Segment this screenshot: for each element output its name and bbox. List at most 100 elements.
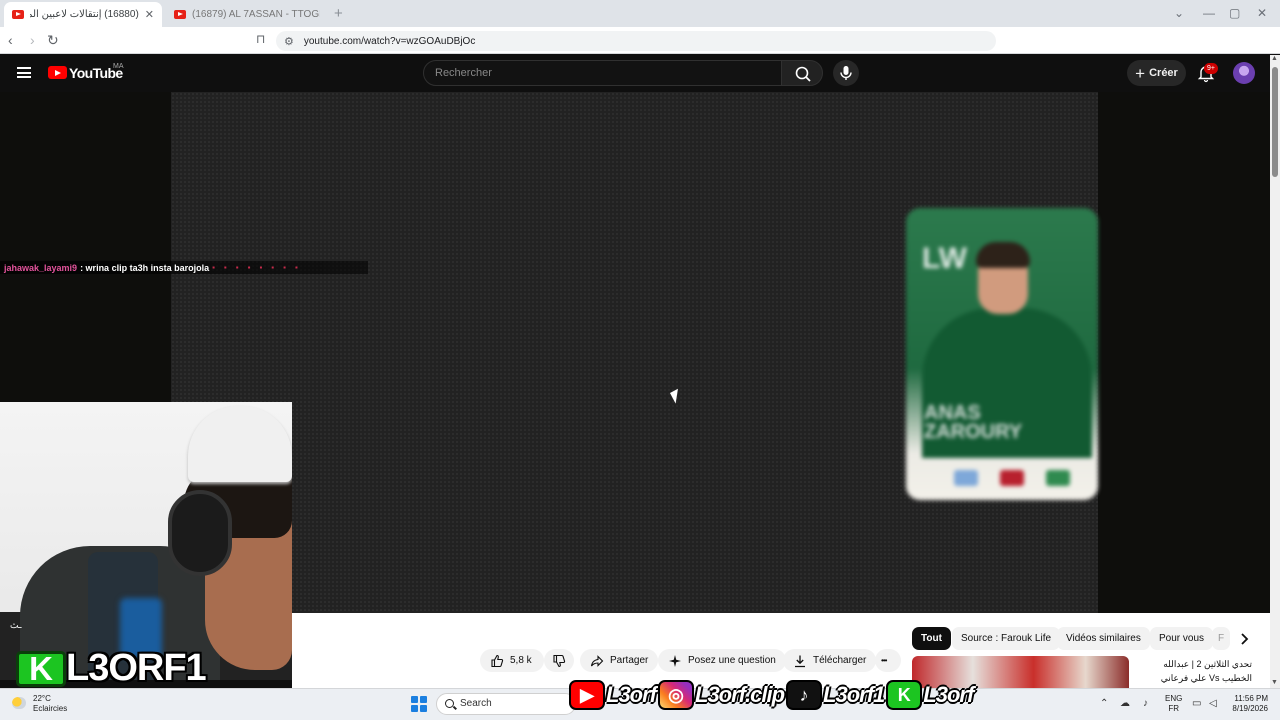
chip-for-you[interactable]: Pour vous [1150, 627, 1214, 650]
search-input[interactable]: Rechercher [423, 60, 782, 86]
card-position: LW [922, 242, 967, 275]
scroll-down-icon[interactable]: ▼ [1271, 679, 1278, 686]
social-youtube: ▶ L3orf [569, 680, 657, 710]
chat-username: jahawak_layami9 [4, 262, 78, 273]
like-count: 5,8 k [510, 655, 532, 666]
chevron-right-icon[interactable] [1236, 631, 1252, 647]
address-bar[interactable]: ⚙ youtube.com/watch?v=wzGOAuDBjOc [276, 31, 996, 51]
card-flag-club [1046, 470, 1070, 486]
social-handles-banner: ▶ L3orf ◎ L3orf.clip ♪ L3orf1 K L3orf [569, 676, 974, 714]
forward-icon[interactable]: › [30, 32, 35, 48]
ask-question-button[interactable]: Posez une question [658, 649, 786, 672]
tab-inactive[interactable]: (16879) AL 7ASSAN - TTOGHAN (OF [166, 2, 328, 27]
tray-mic-icon[interactable]: ♪ [1143, 698, 1148, 709]
youtube-masthead: YouTube MA Rechercher + Créer 9+ [0, 55, 1270, 92]
maximize-icon[interactable]: ▢ [1229, 6, 1240, 20]
browser-tab-strip: (16880) إنتقالات لاعبين المنتخب د ✕ (168… [0, 0, 1280, 27]
network-icon[interactable]: ▭ [1192, 698, 1201, 709]
taskbar-search-label: Search [460, 698, 492, 709]
reload-icon[interactable]: ↻ [47, 32, 59, 49]
language-code: ENG [1165, 694, 1183, 703]
chip-related[interactable]: Vidéos similaires [1057, 627, 1150, 650]
youtube-favicon-icon [12, 10, 24, 19]
notification-badge: 9+ [1204, 63, 1218, 74]
weather-condition: Eclaircies [33, 704, 68, 713]
dislike-button[interactable] [544, 649, 574, 672]
youtube-logo-icon[interactable] [48, 66, 67, 79]
windows-start-icon[interactable] [411, 696, 427, 712]
share-button[interactable]: Partager [580, 649, 659, 672]
onedrive-icon[interactable]: ☁ [1120, 698, 1130, 709]
taskbar-search[interactable]: Search [436, 693, 576, 715]
streamer-name: L3ORF1 [66, 647, 207, 689]
new-tab-icon[interactable]: + [334, 5, 343, 22]
weather-widget[interactable]: 22°C Eclaircies [33, 694, 67, 714]
volume-icon[interactable]: ◁ [1209, 698, 1217, 709]
thumbs-down-icon [553, 654, 566, 667]
headphones-icon [168, 490, 232, 576]
stream-chat-message: jahawak_layami9 : wrina clip ta3h insta … [0, 261, 368, 274]
system-clock[interactable]: 11:56 PM 8/19/2026 [1228, 694, 1268, 714]
chat-text: : wrina clip ta3h insta barojola [80, 262, 210, 273]
like-button[interactable]: 5,8 k [480, 649, 544, 672]
scrollbar-thumb[interactable] [1272, 67, 1278, 177]
clock-time: 11:56 PM [1234, 694, 1268, 703]
recommended-video-title[interactable]: تحدي الثلاثين 2 | عبدالله الخطيب Vs علي … [1134, 657, 1252, 685]
chip-source[interactable]: Source : Farouk Life [952, 627, 1061, 650]
streamer-webcam [0, 402, 292, 680]
social-handle: L3orf1 [823, 682, 885, 707]
browser-toolbar: ‹ › ↻ ⊓ ⚙ youtube.com/watch?v=wzGOAuDBjO… [0, 27, 1280, 72]
keyboard-layout: FR [1168, 704, 1179, 713]
chip-partial[interactable]: F [1212, 627, 1230, 650]
tab-title: (16879) AL 7ASSAN - TTOGHAN (OF [192, 9, 320, 20]
sparkle-icon [669, 654, 681, 667]
weather-icon[interactable] [12, 697, 26, 709]
hamburger-menu-icon[interactable] [17, 67, 31, 78]
tab-active[interactable]: (16880) إنتقالات لاعبين المنتخب د ✕ [4, 2, 162, 27]
plus-icon: + [1135, 63, 1146, 83]
download-label: Télécharger [813, 655, 867, 666]
search-icon [445, 699, 454, 708]
scroll-up-icon[interactable]: ▲ [1271, 55, 1278, 62]
close-window-icon[interactable]: ✕ [1257, 6, 1267, 20]
voice-search-button[interactable] [833, 60, 859, 86]
tab-close-icon[interactable]: ✕ [145, 8, 154, 21]
search-icon [795, 66, 811, 82]
back-icon[interactable]: ‹ [8, 32, 13, 48]
social-kick: K L3orf [886, 680, 974, 710]
clock-date: 8/19/2026 [1232, 704, 1268, 713]
kick-icon: K [886, 680, 923, 710]
card-hair [976, 242, 1030, 268]
social-handle: L3orf.clip [695, 682, 785, 707]
chevron-down-icon[interactable]: ⌄ [1174, 6, 1184, 20]
card-name-line2: ZAROURY [924, 421, 1023, 443]
card-flag-league [1000, 470, 1024, 486]
more-actions-button[interactable]: ••• [875, 649, 901, 672]
card-flags [954, 470, 1070, 486]
video-letterbox-right [1098, 92, 1270, 613]
more-icon: ••• [881, 656, 887, 665]
search-button[interactable] [781, 60, 823, 86]
download-button[interactable]: Télécharger [783, 649, 877, 672]
card-flag-nation [954, 470, 978, 486]
social-instagram: ◎ L3orf.clip [658, 680, 785, 710]
youtube-icon: ▶ [569, 680, 605, 710]
input-language[interactable]: ENG FR [1165, 694, 1182, 714]
avatar[interactable] [1233, 62, 1255, 84]
social-tiktok: ♪ L3orf1 [786, 680, 885, 710]
create-label: Créer [1149, 67, 1178, 79]
kick-logo-icon: K [16, 651, 66, 687]
site-info-icon[interactable]: ⚙ [284, 35, 294, 48]
social-handle: L3orf [923, 682, 974, 707]
create-button[interactable]: + Créer [1127, 60, 1186, 86]
social-handle: L3orf [606, 682, 657, 707]
tray-overflow-icon[interactable]: ⌃ [1100, 698, 1108, 709]
instagram-icon: ◎ [658, 680, 694, 710]
tiktok-icon: ♪ [786, 680, 823, 710]
bookmark-icon[interactable]: ⊓ [256, 32, 265, 46]
youtube-favicon-icon [174, 10, 186, 19]
chip-all[interactable]: Tout [912, 627, 951, 650]
overlay-tag: ـث [10, 620, 22, 630]
minimize-icon[interactable]: — [1203, 6, 1215, 20]
card-player-name: ANAS ZAROURY [924, 403, 1023, 443]
